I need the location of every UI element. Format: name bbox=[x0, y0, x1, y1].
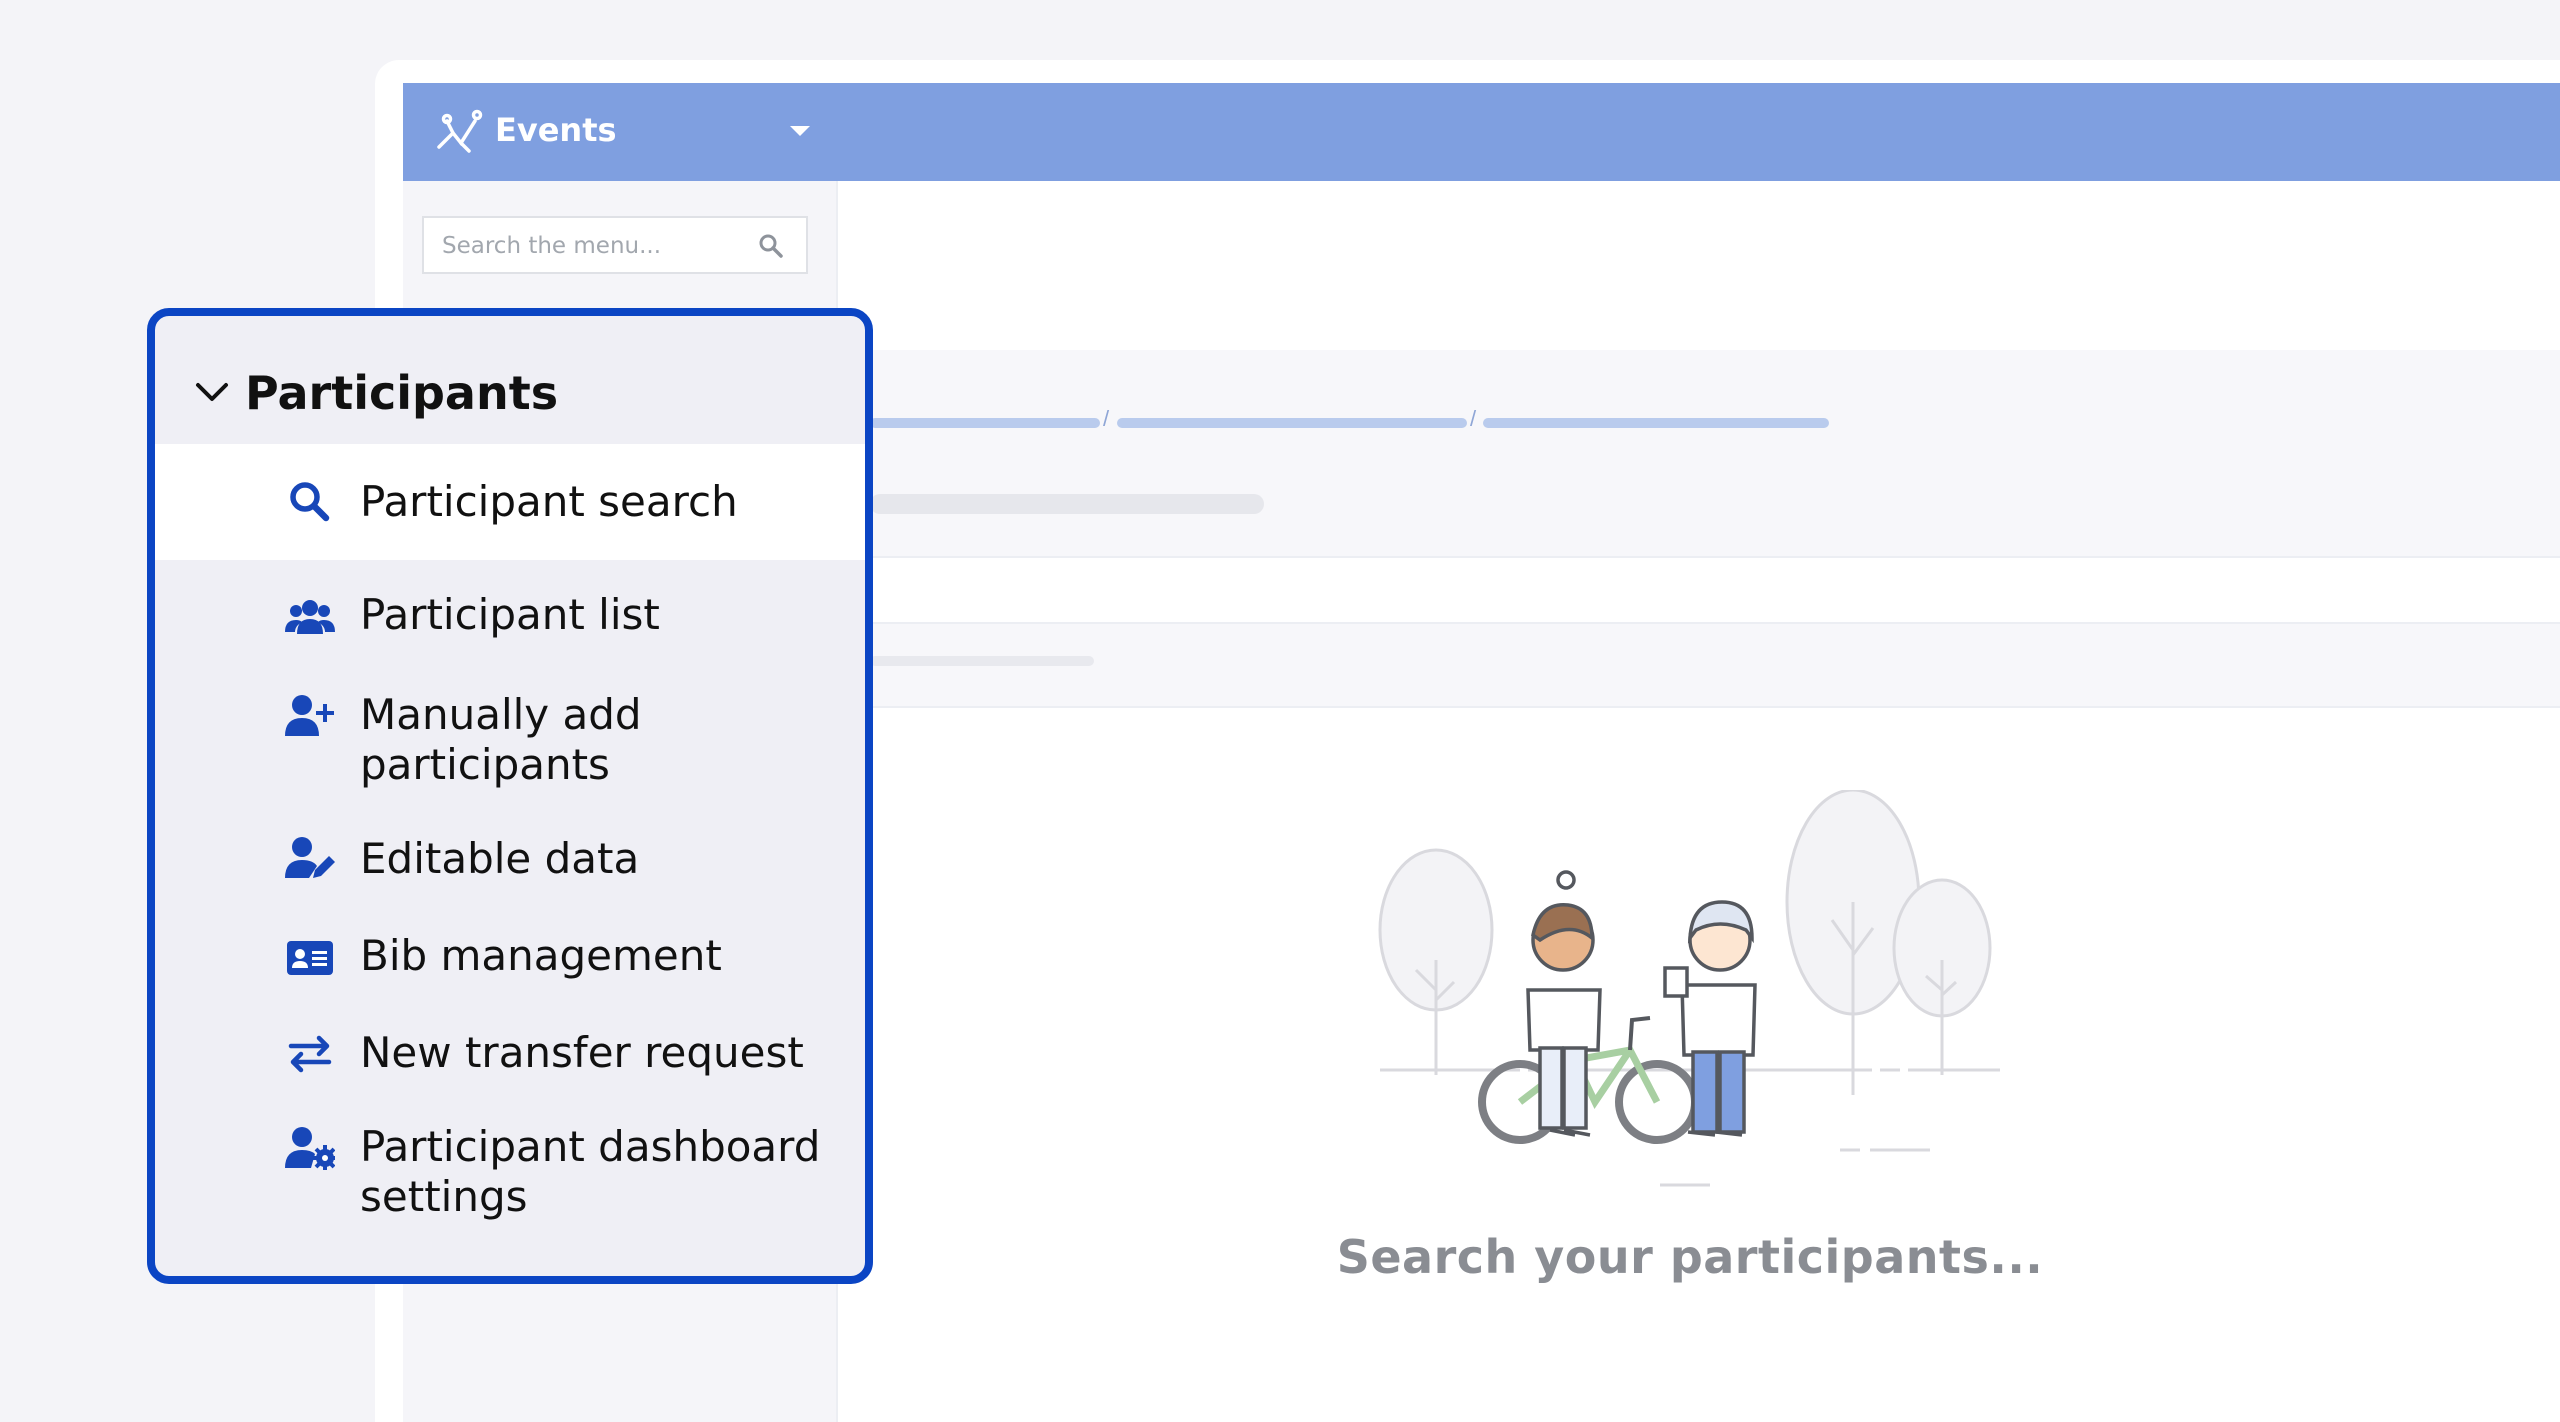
users-icon bbox=[285, 600, 335, 634]
breadcrumb-separator: / bbox=[1103, 406, 1110, 431]
events-logo-icon bbox=[437, 109, 483, 153]
menu-item-label: Editable data bbox=[360, 834, 640, 883]
menu-group-label: Participants bbox=[245, 366, 559, 420]
search-icon bbox=[290, 482, 330, 522]
menu-item-participant-search[interactable]: Participant search bbox=[155, 444, 865, 560]
menu-item-label: New transfer request bbox=[360, 1028, 804, 1077]
menu-search-input[interactable] bbox=[440, 230, 744, 262]
breadcrumb-separator: / bbox=[1470, 406, 1477, 431]
menu-item-label-continued: participants bbox=[360, 740, 610, 789]
menu-item-label: Manually add bbox=[360, 690, 642, 739]
menu-item-participant-dashboard-settings[interactable]: Participant dashboard settings bbox=[155, 1104, 865, 1224]
menu-item-manually-add-participants[interactable]: Manually add participants bbox=[155, 674, 865, 789]
toolbar-placeholder bbox=[838, 622, 2560, 708]
empty-state-text: Search your participants... bbox=[1336, 1230, 2044, 1284]
title-skeleton bbox=[870, 494, 1264, 514]
menu-search[interactable] bbox=[422, 216, 808, 274]
breadcrumb-skeleton bbox=[1117, 418, 1467, 428]
user-plus-icon bbox=[285, 695, 334, 736]
header-placeholder bbox=[838, 350, 2560, 558]
toolbar-skeleton bbox=[870, 656, 1094, 666]
breadcrumb-skeleton bbox=[870, 418, 1100, 428]
menu-item-label: Participant search bbox=[360, 477, 738, 526]
user-edit-icon bbox=[285, 837, 335, 878]
menu-item-participant-list[interactable]: Participant list bbox=[155, 566, 865, 666]
search-icon[interactable] bbox=[758, 233, 784, 259]
app-title[interactable]: Events bbox=[495, 111, 617, 149]
caret-down-icon[interactable] bbox=[788, 121, 812, 141]
chevron-down-icon[interactable] bbox=[195, 382, 229, 402]
menu-item-label: Participant dashboard bbox=[360, 1122, 821, 1171]
menu-item-bib-management[interactable]: Bib management bbox=[155, 911, 865, 1011]
menu-group-participants[interactable]: Participants bbox=[155, 316, 865, 446]
transfer-arrows-icon bbox=[288, 1035, 332, 1073]
id-card-icon bbox=[287, 941, 333, 975]
user-gear-icon bbox=[285, 1127, 335, 1170]
menu-item-label-continued: settings bbox=[360, 1172, 528, 1221]
menu-item-label: Participant list bbox=[360, 590, 660, 639]
participants-menu-callout: Participants Participant search Particip… bbox=[147, 308, 873, 1284]
menu-item-label: Bib management bbox=[360, 931, 722, 980]
top-bar: Events bbox=[403, 83, 2560, 181]
participants-illustration bbox=[1378, 790, 2000, 1187]
breadcrumb-skeleton bbox=[1483, 418, 1829, 428]
menu-item-editable-data[interactable]: Editable data bbox=[155, 814, 865, 914]
menu-item-new-transfer-request[interactable]: New transfer request bbox=[155, 1008, 865, 1108]
